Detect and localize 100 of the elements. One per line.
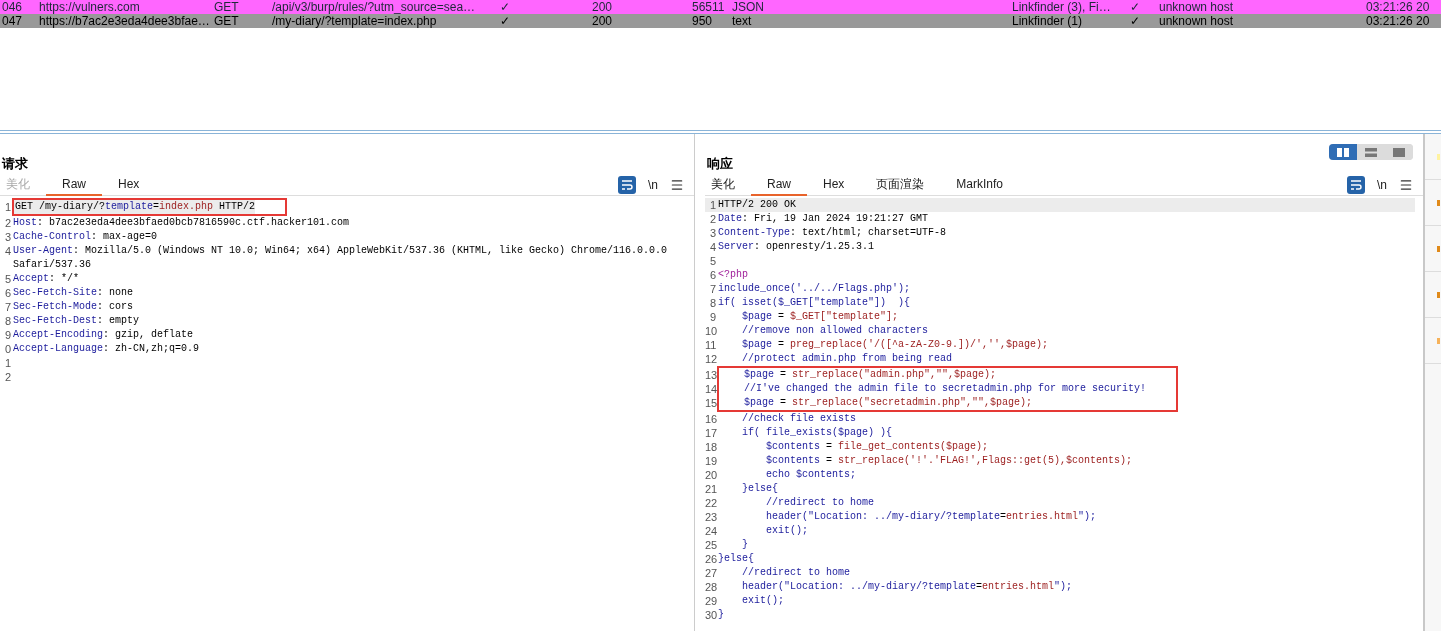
line-number: 5	[3, 272, 12, 286]
code-line: exit();	[765, 524, 809, 538]
line-number: 20	[705, 468, 717, 482]
table-cell-text: ✓	[499, 14, 511, 28]
table-cell-text: 03:21:26 20	[1365, 0, 1431, 14]
table-cell-text: 047	[1, 14, 24, 28]
code-line: //redirect to home	[741, 566, 851, 580]
code-line: if( file_exists($page) ){	[741, 426, 893, 440]
code-line: }else{	[717, 552, 754, 566]
code-line: Accept-Encoding: gzip, deflate	[12, 328, 194, 342]
line-number: 6	[3, 286, 12, 300]
code-line: $page = $_GET["template"];	[741, 310, 899, 324]
code-line: //remove non allowed characters	[741, 324, 929, 338]
line-number: 18	[705, 440, 717, 454]
code-line: //check file exists	[741, 412, 857, 426]
table-cell-text: 046	[1, 0, 24, 14]
line-number: 10	[705, 324, 717, 338]
line-number: 9	[708, 310, 717, 324]
code-line: exit();	[741, 594, 785, 608]
table-cell-text: https://b7ac2e3eda4dee3bfae…	[38, 14, 211, 28]
table-cell-text: unknown host	[1158, 14, 1235, 28]
request-row[interactable]: 047 https://b7ac2e3eda4dee3bfae… GET /my-diary/?template=index.php ✓ 200 950 text Linkfinder (1) ✓ unknown host 03:21:26 20	[0, 14, 1441, 28]
line-number: 14	[705, 382, 717, 396]
line-number: 28	[705, 580, 717, 594]
line-number: 7	[708, 282, 717, 296]
line-number: 7	[3, 300, 12, 314]
table-cell-text: 200	[591, 14, 614, 28]
rows-icon	[1365, 147, 1377, 157]
code-line: //I've changed the admin file to secretadmin.php for more security!	[743, 382, 1147, 396]
line-number: 0	[3, 342, 12, 356]
code-line: Host: b7ac2e3eda4dee3bfaed0bcb7816590c.ctf.hacker101.com	[12, 216, 350, 230]
code-line: include_once('../../Flags.php');	[717, 282, 911, 296]
line-number: 12	[705, 352, 717, 366]
table-cell-text: 56511	[691, 0, 726, 14]
line-number: 30	[705, 608, 717, 622]
line-number: 23	[705, 510, 717, 524]
code-line: <?php	[717, 268, 748, 282]
table-cell-text: ✓	[499, 0, 511, 14]
code-line: //protect admin.php from being read	[741, 352, 953, 366]
line-number: 8	[708, 296, 717, 310]
view-tab[interactable]: 页面渲染	[860, 173, 941, 196]
newline-toggle[interactable]: \n	[1377, 175, 1387, 194]
view-tab[interactable]: Hex	[102, 173, 156, 196]
table-cell-text: Linkfinder (3), Fi…	[1011, 0, 1112, 14]
code-line: $contents = file_get_contents($page);	[765, 440, 989, 454]
line-number: 9	[3, 328, 12, 342]
view-tab[interactable]: Raw	[46, 173, 102, 196]
wrap-icon[interactable]	[1347, 175, 1365, 194]
line-number: 2	[708, 212, 717, 226]
pane-title: 响应	[706, 155, 733, 173]
code-line: }	[717, 608, 724, 622]
table-cell-text: GET	[213, 0, 240, 14]
table-cell-text: unknown host	[1158, 0, 1235, 14]
line-number: 26	[705, 552, 717, 566]
line-number: 15	[705, 396, 717, 410]
wrap-icon[interactable]	[618, 175, 636, 194]
code-line: header("Location: ../my-diary/?template=entries.html");	[765, 510, 1097, 524]
menu-icon[interactable]	[670, 177, 684, 192]
table-cell-text: 200	[591, 0, 614, 14]
line-number: 27	[705, 566, 717, 580]
code-line: echo $contents;	[765, 468, 857, 482]
code-line: Sec-Fetch-Site: none	[12, 286, 134, 300]
line-number: 3	[708, 226, 717, 240]
code-line: Cache-Control: max-age=0	[12, 230, 158, 244]
code-line: $page = str_replace("admin.php","",$page);	[743, 368, 997, 382]
line-number: 1	[3, 200, 12, 214]
line-number: 4	[708, 240, 717, 254]
line-number: 2	[3, 370, 12, 384]
layout-button[interactable]	[1329, 144, 1357, 160]
view-tab[interactable]: 美化	[705, 173, 751, 196]
line-number: 5	[708, 254, 717, 268]
table-cell-text: 03:21:26 20	[1365, 14, 1431, 28]
view-tab[interactable]: Hex	[807, 173, 861, 196]
request-row[interactable]: 046 https://vulners.com GET /api/v3/burp/rules/?utm_source=sea… ✓ 200 56511 JSON Linkfinder (3), Fi… ✓ unknown host 03:21:26 20	[0, 0, 1441, 14]
code-line: Sec-Fetch-Mode: cors	[12, 300, 134, 314]
newline-toggle[interactable]: \n	[648, 175, 658, 194]
line-number: 21	[705, 482, 717, 496]
view-tab[interactable]: MarkInfo	[940, 173, 1020, 196]
code-line: Date: Fri, 19 Jan 2024 19:21:27 GMT	[717, 212, 929, 226]
code-line: HTTP/2 200 OK	[717, 198, 796, 212]
code-line: User-Agent: Mozilla/5.0 (Windows NT 10.0; Win64; x64) AppleWebKit/537.36 (KHTML, like Gecko) Chrome/116.0.0.0 Safari/537.36	[12, 244, 669, 272]
code-line: header("Location: ../my-diary/?template=entries.html");	[741, 580, 1073, 594]
code-line: }	[741, 538, 749, 552]
line-number: 4	[3, 244, 12, 259]
layout-toggle[interactable]	[1329, 144, 1413, 160]
menu-icon[interactable]	[1399, 177, 1413, 192]
view-tab[interactable]: Raw	[751, 173, 807, 196]
line-number: 16	[705, 412, 717, 426]
code-line: $page = str_replace("secretadmin.php","",$page);	[743, 396, 1033, 410]
code-line: $page = preg_replace('/([^a-zA-Z0-9.])/','',$page);	[741, 338, 1049, 352]
line-number: 1	[708, 198, 717, 212]
code-line: GET /my-diary/?template=index.php HTTP/2	[14, 200, 256, 214]
line-number: 25	[705, 538, 717, 552]
pane-title: 请求	[0, 155, 28, 173]
code-line: Accept-Language: zh-CN,zh;q=0.9	[12, 342, 200, 356]
code-line: if( isset($_GET["template"]) ){	[717, 296, 911, 310]
table-cell-text: ✓	[1129, 14, 1141, 28]
columns-icon	[1337, 147, 1349, 157]
line-number: 29	[705, 594, 717, 608]
table-cell-text: 950	[691, 14, 714, 28]
